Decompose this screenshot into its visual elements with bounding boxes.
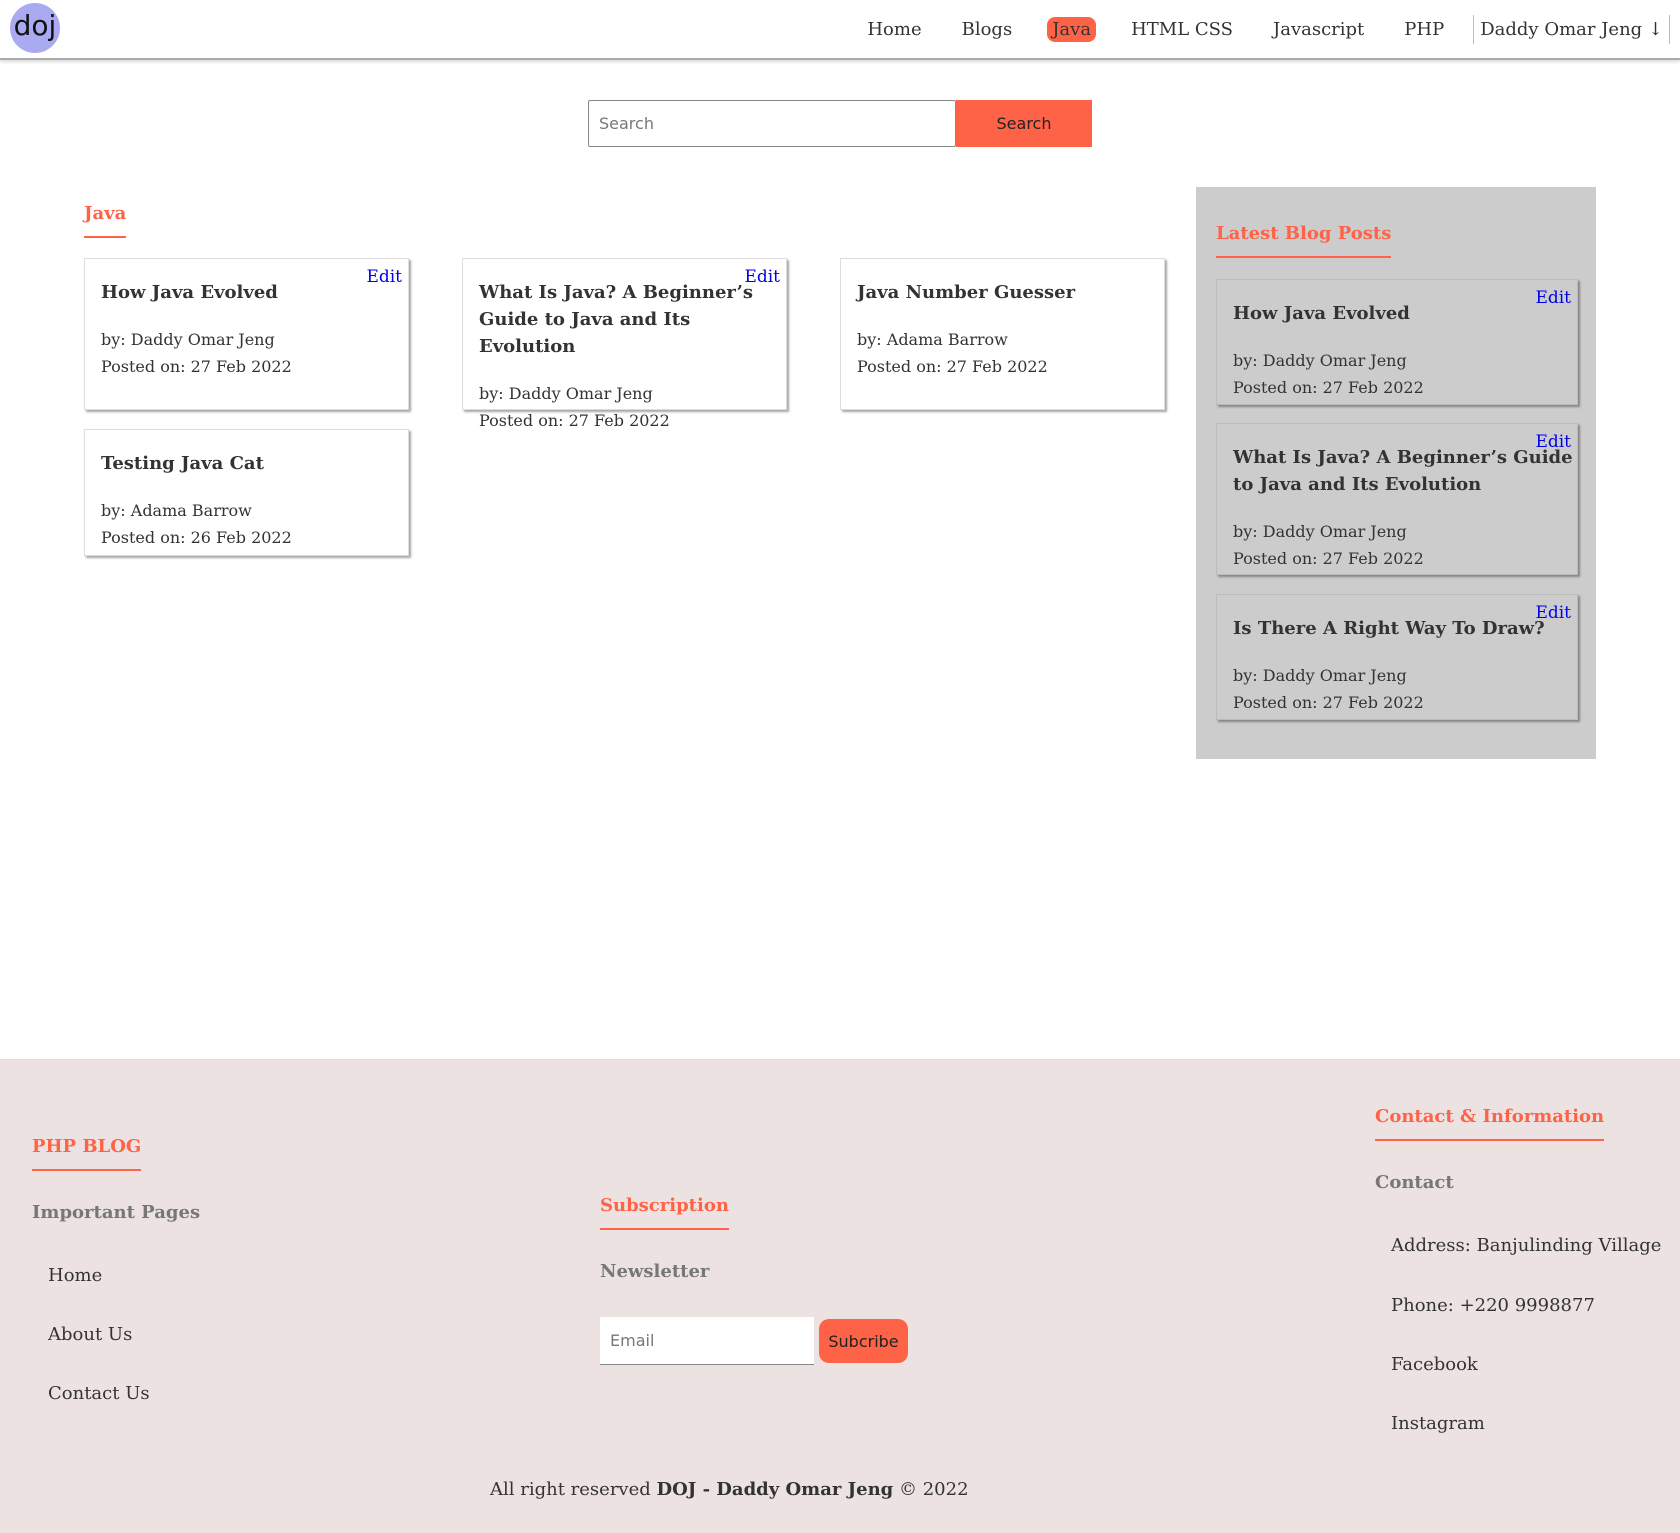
post-title[interactable]: What Is Java? A Beginner’s Guide to Java… xyxy=(479,279,779,360)
post-date: Posted on: 27 Feb 2022 xyxy=(857,357,1048,376)
edit-link[interactable]: Edit xyxy=(1535,288,1571,308)
post-card[interactable]: Java Number Guesser by: Adama Barrow Pos… xyxy=(840,258,1165,410)
edit-link[interactable]: Edit xyxy=(1535,603,1571,623)
post-title[interactable]: Testing Java Cat xyxy=(101,450,421,477)
contact-instagram-link[interactable]: Instagram xyxy=(1391,1413,1485,1434)
contact-address: Address: Banjulinding Village xyxy=(1391,1235,1662,1256)
nav-php[interactable]: PHP xyxy=(1399,17,1449,42)
post-title[interactable]: Java Number Guesser xyxy=(857,279,1177,306)
nav-home[interactable]: Home xyxy=(862,17,926,42)
post-title[interactable]: What Is Java? A Beginner’s Guide to Java… xyxy=(1233,444,1573,498)
post-author: by: Daddy Omar Jeng xyxy=(1233,351,1407,370)
copyright-text: All right reserved DOJ - Daddy Omar Jeng… xyxy=(490,1479,969,1500)
category-title: Java xyxy=(84,203,127,238)
post-date: Posted on: 27 Feb 2022 xyxy=(1233,693,1424,712)
post-title[interactable]: Is There A Right Way To Draw? xyxy=(1233,615,1573,642)
sidebar-post-card[interactable]: Edit Is There A Right Way To Draw? by: D… xyxy=(1216,594,1578,720)
post-date: Posted on: 26 Feb 2022 xyxy=(101,528,292,547)
latest-posts-sidebar: Latest Blog Posts Edit How Java Evolved … xyxy=(1196,187,1596,759)
nav-javascript[interactable]: Javascript xyxy=(1268,17,1369,42)
nav-blogs[interactable]: Blogs xyxy=(957,17,1018,42)
edit-link[interactable]: Edit xyxy=(1535,432,1571,452)
footer-pages-title: Important Pages xyxy=(32,1202,201,1223)
nav-html-css[interactable]: HTML CSS xyxy=(1126,17,1238,42)
footer-brand-title: PHP BLOG xyxy=(32,1136,142,1171)
search-button[interactable]: Search xyxy=(956,100,1092,147)
footer-contact-title: Contact xyxy=(1375,1172,1454,1193)
post-date: Posted on: 27 Feb 2022 xyxy=(1233,378,1424,397)
nav-java[interactable]: Java xyxy=(1047,16,1097,42)
post-date: Posted on: 27 Feb 2022 xyxy=(479,411,670,430)
main-nav: Home Blogs Java HTML CSS Javascript PHP … xyxy=(832,0,1670,58)
contact-phone: Phone: +220 9998877 xyxy=(1391,1295,1595,1316)
footer-subscription-title: Subscription xyxy=(600,1195,729,1230)
post-author: by: Daddy Omar Jeng xyxy=(479,384,653,403)
footer-newsletter-title: Newsletter xyxy=(600,1261,710,1282)
subscribe-button[interactable]: Subcribe xyxy=(819,1319,908,1363)
post-card[interactable]: Edit How Java Evolved by: Daddy Omar Jen… xyxy=(84,258,409,410)
post-date: Posted on: 27 Feb 2022 xyxy=(1233,549,1424,568)
contact-facebook-link[interactable]: Facebook xyxy=(1391,1354,1478,1375)
search-input[interactable] xyxy=(588,100,956,147)
post-author: by: Adama Barrow xyxy=(101,501,252,520)
post-card[interactable]: Edit What Is Java? A Beginner’s Guide to… xyxy=(462,258,787,430)
post-title[interactable]: How Java Evolved xyxy=(1233,300,1573,327)
copyright-suffix: © 2022 xyxy=(899,1479,969,1500)
post-author: by: Daddy Omar Jeng xyxy=(101,330,275,349)
edit-link[interactable]: Edit xyxy=(744,267,780,287)
post-author: by: Adama Barrow xyxy=(857,330,1008,349)
site-footer: PHP BLOG Important Pages Home About Us C… xyxy=(0,1059,1680,1533)
post-card[interactable]: Testing Java Cat by: Adama Barrow Posted… xyxy=(84,429,409,556)
footer-contact-heading: Contact & Information xyxy=(1375,1106,1605,1141)
edit-link[interactable]: Edit xyxy=(366,267,402,287)
user-menu-dropdown[interactable]: Daddy Omar Jeng ↓ xyxy=(1473,14,1670,44)
sidebar-post-card[interactable]: Edit How Java Evolved by: Daddy Omar Jen… xyxy=(1216,279,1578,405)
sidebar-post-card[interactable]: Edit What Is Java? A Beginner’s Guide to… xyxy=(1216,423,1578,575)
site-logo[interactable]: doj xyxy=(10,3,60,53)
footer-link-contact-us[interactable]: Contact Us xyxy=(48,1383,150,1404)
post-date: Posted on: 27 Feb 2022 xyxy=(101,357,292,376)
copyright-name: DOJ - Daddy Omar Jeng xyxy=(656,1479,894,1500)
footer-link-home[interactable]: Home xyxy=(48,1265,102,1286)
post-author: by: Daddy Omar Jeng xyxy=(1233,522,1407,541)
post-author: by: Daddy Omar Jeng xyxy=(1233,666,1407,685)
sidebar-title: Latest Blog Posts xyxy=(1216,223,1392,258)
copyright-prefix: All right reserved xyxy=(490,1479,651,1500)
footer-link-about-us[interactable]: About Us xyxy=(48,1324,132,1345)
newsletter-email-input[interactable] xyxy=(600,1317,814,1365)
top-navbar: doj Home Blogs Java HTML CSS Javascript … xyxy=(0,0,1680,60)
